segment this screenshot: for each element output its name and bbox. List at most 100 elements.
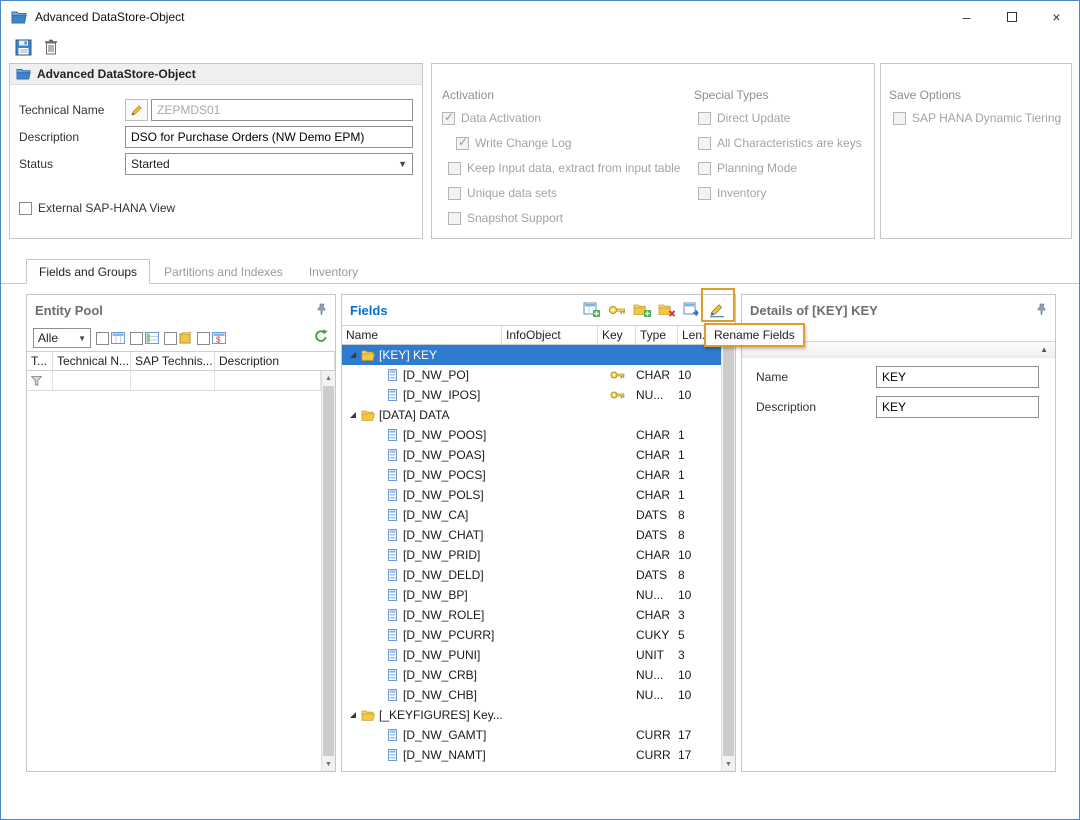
tree-expander-icon[interactable] bbox=[349, 351, 357, 359]
field-row[interactable]: [D_NW_POCS]CHAR1 bbox=[342, 465, 721, 485]
entity-filter-cell[interactable] bbox=[27, 371, 53, 390]
checkbox-box[interactable] bbox=[893, 112, 906, 125]
checkbox-box[interactable] bbox=[448, 212, 461, 225]
checkbox-keep-input-data-extract-from-input-table[interactable]: Keep Input data, extract from input tabl… bbox=[448, 161, 690, 176]
close-button[interactable]: × bbox=[1034, 1, 1079, 33]
entity-filter-cell[interactable] bbox=[215, 371, 321, 390]
entity-column-header[interactable]: Technical N... bbox=[53, 352, 131, 370]
checkbox-box[interactable] bbox=[19, 202, 32, 215]
tree-expander-icon[interactable] bbox=[349, 411, 357, 419]
field-row[interactable]: [D_NW_POLS]CHAR1 bbox=[342, 485, 721, 505]
entity-filter-row[interactable] bbox=[27, 371, 321, 391]
checkbox-inventory[interactable]: Inventory bbox=[698, 186, 870, 201]
checkbox-box[interactable] bbox=[698, 162, 711, 175]
pin-icon[interactable] bbox=[1036, 303, 1047, 318]
entity-column-header[interactable]: T... bbox=[27, 352, 53, 370]
move-fields-icon[interactable] bbox=[682, 299, 702, 321]
field-group-row[interactable]: [_KEYFIGURES] Key... bbox=[342, 705, 721, 725]
scrollbar-thumb[interactable] bbox=[723, 340, 734, 756]
field-row[interactable]: [D_NW_PRID]CHAR10 bbox=[342, 545, 721, 565]
field-group-row[interactable]: [DATA] DATA bbox=[342, 405, 721, 425]
checkbox-box[interactable] bbox=[448, 187, 461, 200]
details-description-input[interactable] bbox=[876, 396, 1039, 418]
collapse-icon[interactable]: ▲ bbox=[1040, 345, 1048, 354]
field-row[interactable]: [D_NW_CRB]NU...10 bbox=[342, 665, 721, 685]
technical-name-input[interactable] bbox=[151, 99, 413, 121]
maximize-button[interactable] bbox=[989, 1, 1034, 33]
checkbox-snapshot-support[interactable]: Snapshot Support bbox=[448, 211, 690, 226]
tree-expander-icon[interactable] bbox=[349, 711, 357, 719]
field-row[interactable]: [D_NW_CHB]NU...10 bbox=[342, 685, 721, 705]
status-select[interactable]: Started ▼ bbox=[125, 153, 413, 175]
scroll-up-icon[interactable]: ▲ bbox=[322, 371, 335, 385]
remove-group-icon[interactable] bbox=[657, 299, 677, 321]
minimize-button[interactable]: – bbox=[944, 1, 989, 33]
checkbox-box[interactable] bbox=[698, 112, 711, 125]
fields-column-header[interactable]: InfoObject bbox=[502, 326, 598, 344]
fields-column-header[interactable]: Type bbox=[636, 326, 678, 344]
checkbox-all-characteristics-are-keys[interactable]: All Characteristics are keys bbox=[698, 136, 870, 151]
checkbox-planning-mode[interactable]: Planning Mode bbox=[698, 161, 870, 176]
entity-filter-select[interactable]: Alle ▼ bbox=[33, 328, 91, 348]
field-row[interactable]: [D_NW_BP]NU...10 bbox=[342, 585, 721, 605]
pin-icon[interactable] bbox=[316, 303, 327, 318]
fields-scrollbar[interactable]: ▲ ▼ bbox=[721, 325, 735, 771]
field-icon bbox=[388, 489, 397, 501]
field-row[interactable]: [D_NW_PUNI]UNIT3 bbox=[342, 645, 721, 665]
length-cell: 1 bbox=[678, 425, 721, 445]
checkbox-box[interactable] bbox=[448, 162, 461, 175]
delete-icon[interactable] bbox=[44, 39, 58, 55]
field-row[interactable]: [D_NW_PCURR]CUKY5 bbox=[342, 625, 721, 645]
save-icon[interactable] bbox=[15, 39, 32, 56]
checkbox-box[interactable] bbox=[442, 112, 455, 125]
field-row[interactable]: [D_NW_IPOS]NU...10 bbox=[342, 385, 721, 405]
scroll-down-icon[interactable]: ▼ bbox=[722, 757, 735, 771]
field-row[interactable]: [D_NW_POOS]CHAR1 bbox=[342, 425, 721, 445]
details-name-input[interactable] bbox=[876, 366, 1039, 388]
field-row[interactable]: [D_NW_NAMT]CURR17 bbox=[342, 745, 721, 765]
checkbox-write-change-log[interactable]: Write Change Log bbox=[456, 136, 690, 151]
filter-funnel-icon[interactable] bbox=[31, 376, 42, 386]
entity-scrollbar[interactable]: ▲ ▼ bbox=[321, 371, 335, 771]
checkbox-sap-hana-dynamic-tiering[interactable]: SAP HANA Dynamic Tiering bbox=[893, 111, 1067, 126]
options-groupbox: Activation Data ActivationWrite Change L… bbox=[431, 63, 875, 239]
field-row[interactable]: [D_NW_DELD]DATS8 bbox=[342, 565, 721, 585]
technical-name-label: Technical Name bbox=[19, 103, 125, 117]
checkbox-box[interactable] bbox=[698, 187, 711, 200]
entity-filter-cell[interactable] bbox=[53, 371, 131, 390]
field-row[interactable]: [D_NW_PO]CHAR10 bbox=[342, 365, 721, 385]
field-row[interactable]: [D_NW_CHAT]DATS8 bbox=[342, 525, 721, 545]
checkbox-box[interactable] bbox=[197, 332, 210, 345]
checkbox-unique-data-sets[interactable]: Unique data sets bbox=[448, 186, 690, 201]
fields-column-header[interactable]: Key bbox=[598, 326, 636, 344]
tab-partitions-and-indexes[interactable]: Partitions and Indexes bbox=[152, 260, 295, 283]
field-row[interactable]: [D_NW_POAS]CHAR1 bbox=[342, 445, 721, 465]
checkbox-box[interactable] bbox=[96, 332, 109, 345]
field-name: [D_NW_DELD] bbox=[403, 568, 484, 582]
checkbox-box[interactable] bbox=[164, 332, 177, 345]
external-hana-view-checkbox[interactable]: External SAP-HANA View bbox=[19, 201, 422, 216]
entity-column-header[interactable]: SAP Technis... bbox=[131, 352, 215, 370]
add-fields-icon[interactable] bbox=[582, 299, 602, 321]
scrollbar-thumb[interactable] bbox=[323, 386, 334, 756]
checkbox-box[interactable] bbox=[130, 332, 143, 345]
field-row[interactable]: [D_NW_GAMT]CURR17 bbox=[342, 725, 721, 745]
entity-column-header[interactable]: Description bbox=[215, 352, 335, 370]
checkbox-data-activation[interactable]: Data Activation bbox=[442, 111, 690, 126]
checkbox-box[interactable] bbox=[698, 137, 711, 150]
edit-technical-name-button[interactable] bbox=[125, 99, 148, 121]
manage-keys-icon[interactable] bbox=[607, 299, 627, 321]
description-input[interactable] bbox=[125, 126, 413, 148]
checkbox-direct-update[interactable]: Direct Update bbox=[698, 111, 870, 126]
refresh-icon[interactable] bbox=[313, 329, 329, 347]
scroll-down-icon[interactable]: ▼ bbox=[322, 757, 335, 771]
checkbox-box[interactable] bbox=[456, 137, 469, 150]
entity-filter-cell[interactable] bbox=[131, 371, 215, 390]
fields-column-header[interactable]: Name bbox=[342, 326, 502, 344]
field-row[interactable]: [D_NW_CA]DATS8 bbox=[342, 505, 721, 525]
tab-inventory[interactable]: Inventory bbox=[297, 260, 370, 283]
add-group-icon[interactable] bbox=[632, 299, 652, 321]
tab-fields-and-groups[interactable]: Fields and Groups bbox=[26, 259, 150, 284]
field-group-row[interactable]: [KEY] KEY bbox=[342, 345, 721, 365]
field-row[interactable]: [D_NW_ROLE]CHAR3 bbox=[342, 605, 721, 625]
